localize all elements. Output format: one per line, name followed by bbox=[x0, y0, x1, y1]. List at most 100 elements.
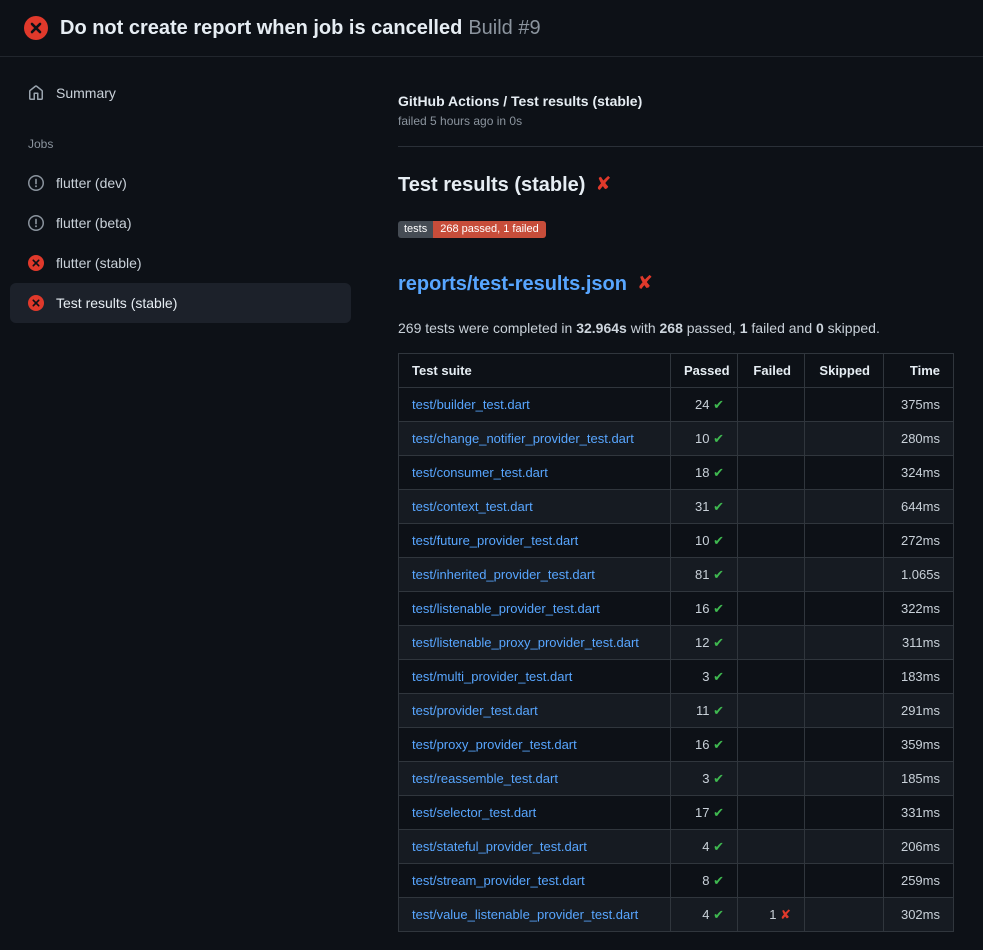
build-number: Build #9 bbox=[468, 17, 540, 40]
main-content: GitHub Actions / Test results (stable) f… bbox=[390, 57, 983, 932]
suite-link[interactable]: test/listenable_proxy_provider_test.dart bbox=[412, 635, 639, 650]
passed-cell: 4 ✔ bbox=[671, 898, 738, 932]
check-icon: ✔ bbox=[713, 465, 724, 480]
check-icon: ✔ bbox=[713, 737, 724, 752]
suite-cell: test/multi_provider_test.dart bbox=[399, 660, 671, 694]
skipped-cell bbox=[805, 456, 884, 490]
time-cell: 185ms bbox=[884, 762, 954, 796]
job-label: Test results (stable) bbox=[56, 295, 177, 311]
time-cell: 644ms bbox=[884, 490, 954, 524]
summary-passed-word: passed, bbox=[683, 320, 740, 336]
skipped-cell bbox=[805, 388, 884, 422]
suite-cell: test/selector_test.dart bbox=[399, 796, 671, 830]
table-row: test/stateful_provider_test.dart 4 ✔ 206ms bbox=[399, 830, 954, 864]
suite-link[interactable]: test/future_provider_test.dart bbox=[412, 533, 578, 548]
failed-cell bbox=[738, 626, 805, 660]
time-cell: 259ms bbox=[884, 864, 954, 898]
suite-link[interactable]: test/provider_test.dart bbox=[412, 703, 538, 718]
time-cell: 331ms bbox=[884, 796, 954, 830]
column-header-test-suite: Test suite bbox=[399, 354, 671, 388]
suite-link[interactable]: test/inherited_provider_test.dart bbox=[412, 567, 595, 582]
time-cell: 1.065s bbox=[884, 558, 954, 592]
sidebar-item-test-results-stable[interactable]: Test results (stable) bbox=[10, 283, 351, 323]
suite-link[interactable]: test/proxy_provider_test.dart bbox=[412, 737, 577, 752]
jobs-section-label: Jobs bbox=[28, 137, 351, 151]
failed-status-icon bbox=[24, 16, 48, 40]
tests-badge: tests 268 passed, 1 failed bbox=[398, 221, 546, 238]
time-cell: 206ms bbox=[884, 830, 954, 864]
sidebar-item-flutter-stable[interactable]: flutter (stable) bbox=[10, 243, 351, 283]
passed-cell: 10 ✔ bbox=[671, 524, 738, 558]
skipped-cell bbox=[805, 728, 884, 762]
suite-cell: test/proxy_provider_test.dart bbox=[399, 728, 671, 762]
suite-link[interactable]: test/context_test.dart bbox=[412, 499, 533, 514]
sidebar-item-flutter-dev[interactable]: flutter (dev) bbox=[10, 163, 351, 203]
table-row: test/multi_provider_test.dart3 ✔183ms bbox=[399, 660, 954, 694]
breadcrumb: GitHub Actions / Test results (stable) bbox=[398, 93, 983, 109]
check-icon: ✔ bbox=[713, 771, 724, 786]
passed-cell: 31 ✔ bbox=[671, 490, 738, 524]
passed-cell: 16 ✔ bbox=[671, 592, 738, 626]
table-row: test/consumer_test.dart18 ✔324ms bbox=[399, 456, 954, 490]
skipped-cell bbox=[805, 864, 884, 898]
job-label: flutter (beta) bbox=[56, 215, 131, 231]
failed-cell bbox=[738, 490, 805, 524]
sidebar-item-flutter-beta[interactable]: flutter (beta) bbox=[10, 203, 351, 243]
passed-cell: 3 ✔ bbox=[671, 762, 738, 796]
table-row: test/change_notifier_provider_test.dart 1… bbox=[399, 422, 954, 456]
suite-link[interactable]: test/consumer_test.dart bbox=[412, 465, 548, 480]
suite-link[interactable]: test/stream_provider_test.dart bbox=[412, 873, 585, 888]
passed-cell: 10 ✔ bbox=[671, 422, 738, 456]
suite-link[interactable]: test/stateful_provider_test.dart bbox=[412, 839, 587, 854]
failed-cell bbox=[738, 524, 805, 558]
passed-cell: 81 ✔ bbox=[671, 558, 738, 592]
badge-label: tests bbox=[398, 221, 433, 238]
summary-failed-count: 1 bbox=[740, 320, 748, 336]
failed-cell bbox=[738, 388, 805, 422]
sidebar: Summary Jobs flutter (dev) bbox=[0, 57, 390, 323]
column-header-failed: Failed bbox=[738, 354, 805, 388]
failed-cell bbox=[738, 830, 805, 864]
table-row: test/inherited_provider_test.dart 81 ✔ 1.0… bbox=[399, 558, 954, 592]
table-row: test/provider_test.dart11 ✔291ms bbox=[399, 694, 954, 728]
report-title: reports/test-results.json ✘ bbox=[398, 272, 983, 296]
suite-link[interactable]: test/selector_test.dart bbox=[412, 805, 536, 820]
suite-cell: test/listenable_provider_test.dart bbox=[399, 592, 671, 626]
failed-cell bbox=[738, 864, 805, 898]
table-header-row: Test suite Passed Failed Skipped Time bbox=[399, 354, 954, 388]
check-icon: ✔ bbox=[713, 703, 724, 718]
suite-link[interactable]: test/change_notifier_provider_test.dart bbox=[412, 431, 634, 446]
jobs-list: flutter (dev) flutter (beta) bbox=[10, 163, 351, 323]
section-title: Test results (stable) ✘ bbox=[398, 173, 983, 197]
check-icon: ✔ bbox=[713, 873, 724, 888]
check-icon: ✔ bbox=[713, 533, 724, 548]
table-row: test/builder_test.dart24 ✔375ms bbox=[399, 388, 954, 422]
failed-cell bbox=[738, 422, 805, 456]
passed-cell: 4 ✔ bbox=[671, 830, 738, 864]
sidebar-item-summary[interactable]: Summary bbox=[10, 79, 351, 107]
failed-cell bbox=[738, 660, 805, 694]
time-cell: 302ms bbox=[884, 898, 954, 932]
suite-link[interactable]: test/reassemble_test.dart bbox=[412, 771, 558, 786]
passed-cell: 16 ✔ bbox=[671, 728, 738, 762]
time-cell: 272ms bbox=[884, 524, 954, 558]
suite-cell: test/stateful_provider_test.dart bbox=[399, 830, 671, 864]
summary-failed-word: failed and bbox=[748, 320, 817, 336]
table-row: test/reassemble_test.dart 3 ✔ 185ms bbox=[399, 762, 954, 796]
suite-cell: test/builder_test.dart bbox=[399, 388, 671, 422]
summary-prefix: 269 tests were completed in bbox=[398, 320, 576, 336]
summary-passed-count: 268 bbox=[660, 320, 683, 336]
test-results-table: Test suite Passed Failed Skipped Time te… bbox=[398, 353, 954, 932]
failed-cell bbox=[738, 796, 805, 830]
suite-link[interactable]: test/value_listenable_provider_test.dart bbox=[412, 907, 638, 922]
failed-cell bbox=[738, 456, 805, 490]
time-cell: 375ms bbox=[884, 388, 954, 422]
suite-link[interactable]: test/builder_test.dart bbox=[412, 397, 530, 412]
suite-link[interactable]: test/listenable_provider_test.dart bbox=[412, 601, 600, 616]
skipped-cell bbox=[805, 694, 884, 728]
suite-link[interactable]: test/multi_provider_test.dart bbox=[412, 669, 572, 684]
check-run-header: Do not create report when job is cancell… bbox=[0, 0, 983, 57]
check-icon: ✔ bbox=[713, 669, 724, 684]
report-link[interactable]: reports/test-results.json bbox=[398, 272, 627, 296]
check-title: Do not create report when job is cancell… bbox=[60, 17, 462, 40]
